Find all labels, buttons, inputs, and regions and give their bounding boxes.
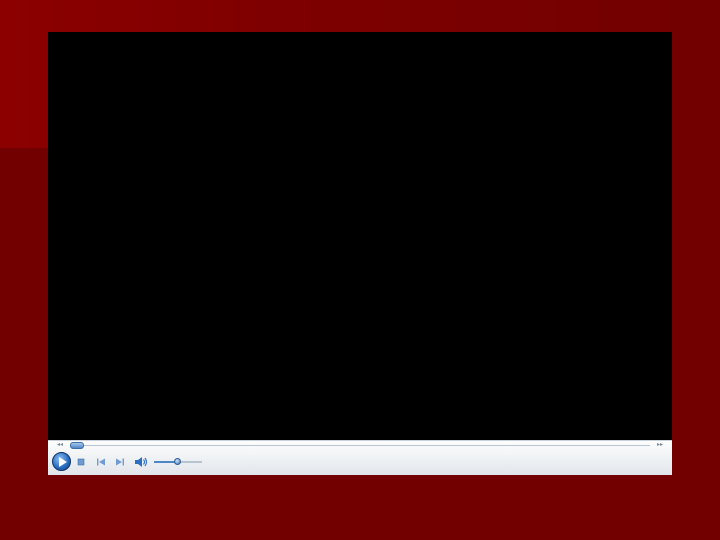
control-bar: ◂◂ ▸▸ [48, 440, 672, 475]
speaker-icon [135, 457, 148, 467]
next-track-icon [116, 458, 124, 466]
seek-bar-row: ◂◂ ▸▸ [48, 441, 672, 451]
previous-track-icon [97, 458, 105, 466]
media-player: ◂◂ ▸▸ [48, 32, 672, 475]
transport-controls [48, 451, 672, 475]
seek-bar[interactable] [70, 445, 650, 446]
seek-thumb[interactable] [70, 442, 84, 449]
seek-forward-icon[interactable]: ▸▸ [657, 442, 663, 448]
volume-slider-thumb[interactable] [174, 458, 181, 465]
previous-button[interactable] [96, 457, 106, 467]
stop-icon [77, 458, 85, 466]
play-button[interactable] [52, 452, 71, 471]
seek-back-icon[interactable]: ◂◂ [57, 442, 63, 448]
stop-button[interactable] [76, 457, 86, 467]
video-area[interactable] [48, 32, 672, 440]
next-button[interactable] [115, 457, 125, 467]
mute-button[interactable] [134, 456, 148, 468]
play-icon [59, 457, 67, 467]
